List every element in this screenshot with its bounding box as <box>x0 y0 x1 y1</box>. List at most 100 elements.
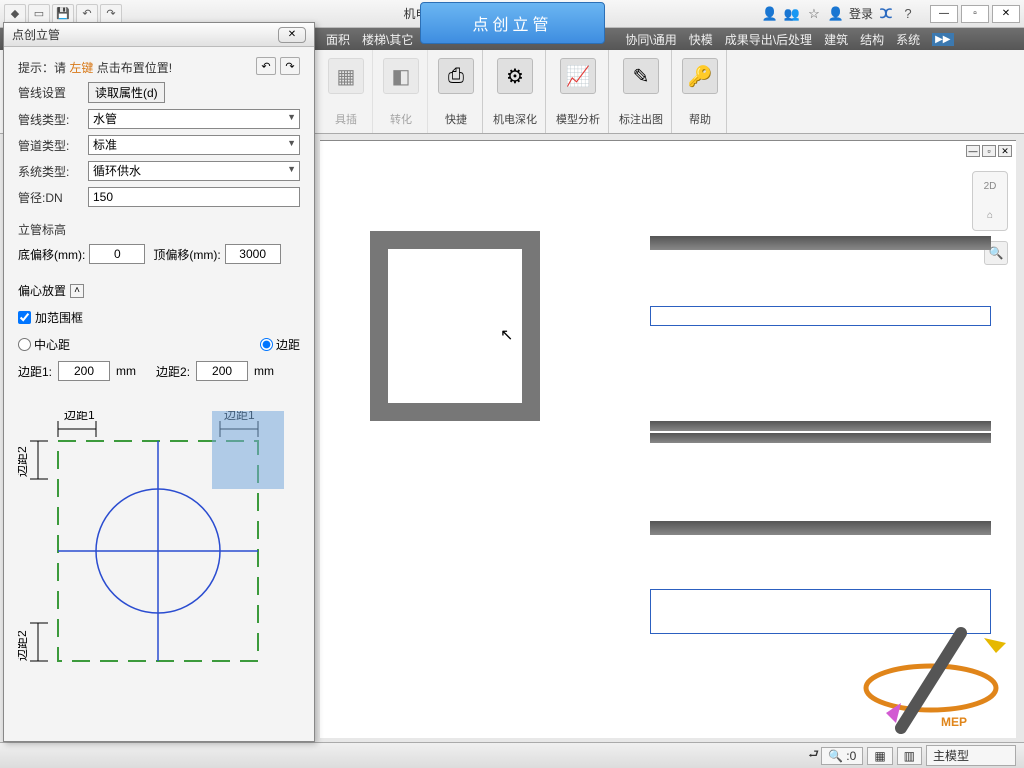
drawing-rect-shape <box>370 231 540 421</box>
drawing-bar-3 <box>650 521 991 535</box>
quick-icon: ⎙ <box>438 58 474 94</box>
navcube-home-icon[interactable]: ⌂ <box>987 210 993 221</box>
navcube-2d-icon[interactable]: 2D <box>984 181 997 192</box>
elevation-head: 立管标高 <box>18 221 300 238</box>
user-icon[interactable]: 👤 <box>827 5 845 23</box>
menu-area[interactable]: 面积 <box>320 31 356 48</box>
cursor-arrow-icon: ↖ <box>500 325 513 345</box>
status-scale-value: :0 <box>846 749 856 763</box>
maximize-button[interactable]: ▫ <box>961 5 989 23</box>
person1-icon[interactable]: 👤 <box>761 5 779 23</box>
edge2-unit: mm <box>254 364 274 378</box>
ribbon-group-help[interactable]: 🔑 帮助 <box>674 50 727 133</box>
help-icon[interactable]: ? <box>899 5 917 23</box>
read-attr-button[interactable]: 读取属性(d) <box>88 82 165 103</box>
edge-dist-radio[interactable] <box>260 338 273 351</box>
duct-type-label: 管道类型: <box>18 137 88 154</box>
placement-diagram: 边距1 边距1 边距2 边距2 <box>18 411 288 691</box>
qat-undo-icon[interactable]: ↶ <box>76 4 98 24</box>
edge2-input[interactable] <box>196 361 248 381</box>
center-dist-label: 中心距 <box>34 336 70 353</box>
help-label: 帮助 <box>689 111 711 127</box>
drawing-bar-2b <box>650 433 991 443</box>
ribbon-group-quick[interactable]: ⎙ 快捷 <box>430 50 483 133</box>
center-dist-radio[interactable] <box>18 338 31 351</box>
viewport-window-controls: — ▫ ✕ <box>966 145 1012 157</box>
menu-struct[interactable]: 结构 <box>854 31 890 48</box>
hint-key: 左键 <box>69 61 93 75</box>
status-scale-button[interactable]: 🔍 :0 <box>821 747 863 765</box>
center-dist-radio-wrap[interactable]: 中心距 <box>18 336 70 353</box>
star-icon[interactable]: ☆ <box>805 5 823 23</box>
menu-system[interactable]: 系统 <box>890 31 926 48</box>
x-logo-icon[interactable]: ⵋ <box>877 5 895 23</box>
ribbon-group-analysis[interactable]: 📈 模型分析 <box>548 50 609 133</box>
qat-save-icon[interactable]: 💾 <box>52 4 74 24</box>
vp-max-icon[interactable]: ▫ <box>982 145 996 157</box>
vp-close-icon[interactable]: ✕ <box>998 145 1012 157</box>
status-main-model[interactable]: 主模型 <box>926 745 1016 766</box>
key-help-icon: 🔑 <box>682 58 718 94</box>
mep-icon: ⚙ <box>497 58 533 94</box>
drawing-bluebar-1 <box>650 306 991 326</box>
tools-icon: ▦ <box>328 58 364 94</box>
qat-app-icon[interactable]: ◆ <box>4 4 26 24</box>
dialog-redo-button[interactable]: ↷ <box>280 57 300 75</box>
tool-banner: 点创立管 <box>420 2 605 44</box>
status-press-icon[interactable]: ⮐ <box>808 745 819 766</box>
menu-quickmodel[interactable]: 快模 <box>683 31 719 48</box>
svg-text:边距1: 边距1 <box>64 411 95 422</box>
menu-scroll-right-icon[interactable]: ▶▶ <box>932 33 953 46</box>
drawing-bar-2a <box>650 421 991 431</box>
bottom-offset-input[interactable] <box>89 244 145 264</box>
drawing-bar-1 <box>650 236 991 250</box>
ribbon-group-annotate[interactable]: ✎ 标注出图 <box>611 50 672 133</box>
diameter-label: 管径:DN <box>18 189 88 206</box>
qat-redo-icon[interactable]: ↷ <box>100 4 122 24</box>
status-bar: ⮐ 🔍 :0 ▦ ▥ 主模型 <box>0 742 1024 768</box>
ribbon-group-mep[interactable]: ⚙ 机电深化 <box>485 50 546 133</box>
person2-icon[interactable]: 👥 <box>783 5 801 23</box>
svg-text:边距2: 边距2 <box>18 446 29 477</box>
edge1-input[interactable] <box>58 361 110 381</box>
ribbon-group-tools[interactable]: ▦ 具插 <box>320 50 373 133</box>
ribbon-group-convert[interactable]: ◧ 转化 <box>375 50 428 133</box>
edge2-label: 边距2: <box>156 363 190 380</box>
annotate-icon: ✎ <box>623 58 659 94</box>
dialog-undo-button[interactable]: ↶ <box>256 57 276 75</box>
dialog-titlebar[interactable]: 点创立管 ✕ <box>4 23 314 47</box>
dialog-close-button[interactable]: ✕ <box>278 27 306 43</box>
edge-dist-label: 边距 <box>276 336 300 353</box>
status-box1-icon[interactable]: ▦ <box>867 747 892 765</box>
annotate-label: 标注出图 <box>619 111 663 127</box>
close-button[interactable]: ✕ <box>992 5 1020 23</box>
top-offset-input[interactable] <box>225 244 281 264</box>
hint-post: 点击布置位置! <box>93 61 172 75</box>
edge1-label: 边距1: <box>18 363 52 380</box>
convert-icon: ◧ <box>383 58 419 94</box>
menu-arch[interactable]: 建筑 <box>818 31 854 48</box>
menu-export[interactable]: 成果导出\后处理 <box>719 31 818 48</box>
vp-min-icon[interactable]: — <box>966 145 980 157</box>
eccentric-collapse-button[interactable]: ˄ <box>70 284 84 298</box>
mep-logo: MEP <box>846 618 1016 738</box>
eccentric-label: 偏心放置 <box>18 282 66 299</box>
nav-cube[interactable]: 2D ⌂ <box>972 171 1008 231</box>
pipeline-settings-label: 管线设置 <box>18 84 88 101</box>
tools-label: 具插 <box>335 111 357 127</box>
minimize-button[interactable]: — <box>930 5 958 23</box>
login-label[interactable]: 登录 <box>849 5 873 22</box>
qat-open-icon[interactable]: ▭ <box>28 4 50 24</box>
sys-type-select[interactable]: 循环供水 <box>88 161 300 181</box>
duct-type-select[interactable]: 标准 <box>88 135 300 155</box>
add-bbox-checkbox[interactable] <box>18 311 31 324</box>
hint-pre: 提示：请 <box>18 61 69 75</box>
menu-coord[interactable]: 协同\通用 <box>619 31 682 48</box>
menu-stairs[interactable]: 楼梯\其它 <box>356 31 419 48</box>
status-box2-icon[interactable]: ▥ <box>897 747 922 765</box>
edge-dist-radio-wrap[interactable]: 边距 <box>260 336 300 353</box>
svg-text:MEP: MEP <box>941 715 967 729</box>
window-buttons: — ▫ ✕ <box>927 5 1020 23</box>
diameter-input[interactable] <box>88 187 300 207</box>
pipe-type-select[interactable]: 水管 <box>88 109 300 129</box>
